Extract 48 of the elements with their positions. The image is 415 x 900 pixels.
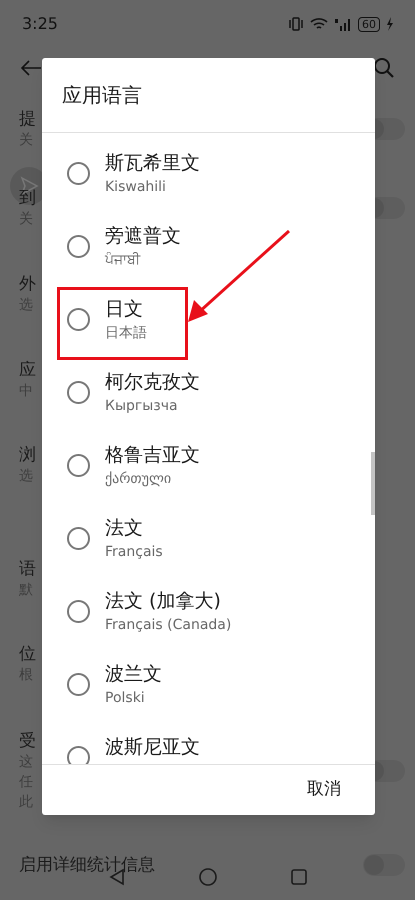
setting-title: 语: [19, 558, 36, 580]
charging-icon: [386, 17, 393, 31]
radio-button[interactable]: [67, 746, 90, 764]
native-language-name: Polski: [105, 688, 146, 708]
cancel-button[interactable]: 取消: [303, 777, 345, 803]
native-language-name: Кыргызча: [105, 396, 179, 416]
native-language-name: Kiswahili: [105, 178, 167, 196]
signal-icon: [334, 17, 352, 31]
language-name: 柯尔克孜文: [105, 370, 200, 394]
dialog-title: 应用语言: [62, 82, 142, 109]
language-name: 格鲁吉亚文: [105, 442, 200, 468]
radio-button[interactable]: [67, 600, 90, 623]
language-name: 法文: [105, 516, 144, 540]
native-language-name: 日本語: [105, 324, 147, 342]
radio-button[interactable]: [67, 381, 90, 404]
radio-button[interactable]: [67, 308, 90, 331]
radio-button[interactable]: [67, 527, 90, 550]
status-time: 3:25: [22, 13, 58, 35]
native-language-name: Français (Canada): [105, 616, 232, 634]
language-name: 旁遮普文: [105, 224, 181, 248]
radio-button[interactable]: [67, 162, 90, 185]
language-name: 波兰文: [105, 662, 162, 686]
native-language-name: ქართული: [105, 470, 172, 488]
nav-home-icon[interactable]: [198, 867, 218, 887]
setting-title: 外: [19, 273, 36, 295]
nav-recents-icon[interactable]: [290, 868, 308, 886]
scrollbar: [371, 452, 375, 515]
back-arrow-icon[interactable]: [20, 59, 42, 77]
native-language-name: ਪੰਜਾਬੀ: [105, 250, 142, 270]
setting-title: 到: [19, 187, 36, 209]
wifi-icon: [310, 17, 328, 31]
language-name: 日文: [105, 296, 144, 322]
radio-button[interactable]: [67, 454, 90, 477]
language-name: 波斯尼亚文: [105, 734, 200, 760]
setting-title: 应: [19, 359, 36, 381]
radio-button[interactable]: [67, 235, 90, 258]
setting-title: 浏: [19, 444, 36, 466]
vibrate-icon: [288, 17, 304, 31]
battery-indicator: 60: [358, 16, 380, 32]
language-name: 斯瓦希里文: [105, 150, 200, 176]
setting-title: 提: [19, 108, 36, 130]
setting-title: 启用详细统计信息: [19, 854, 155, 876]
setting-title: 位: [19, 643, 36, 665]
search-icon[interactable]: [373, 57, 395, 79]
radio-button[interactable]: [67, 673, 90, 696]
native-language-name: Français: [105, 542, 163, 562]
setting-title: 受: [19, 730, 36, 752]
language-name: 法文 (加拿大): [105, 588, 222, 614]
